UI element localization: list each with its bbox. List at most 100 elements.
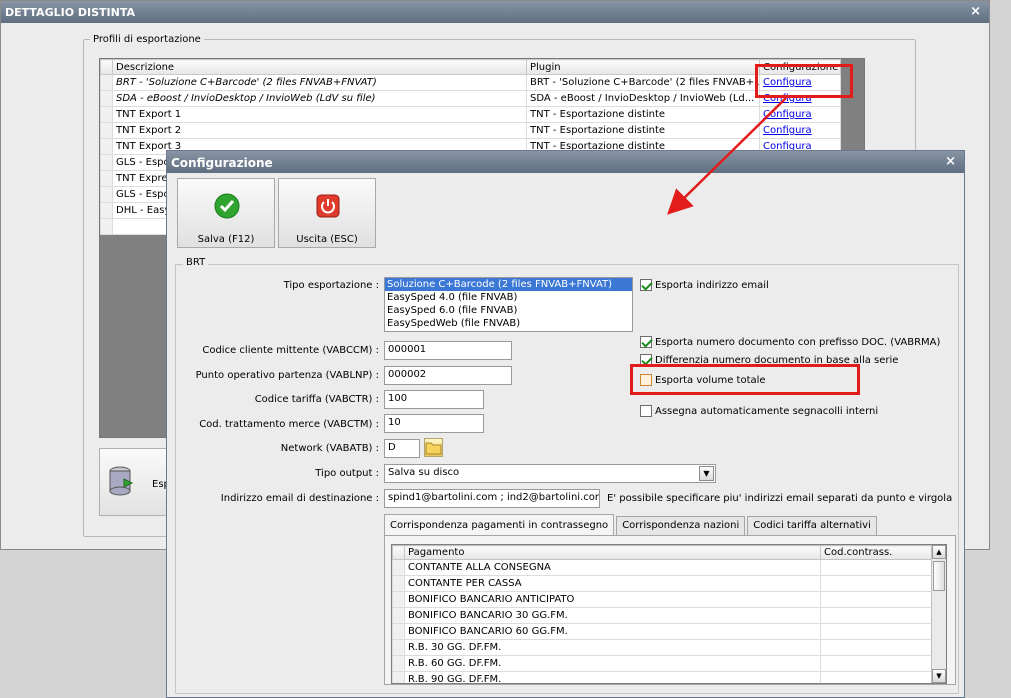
codice-cliente-field[interactable]: 000001 xyxy=(384,341,512,360)
configura-link[interactable]: Configura xyxy=(763,109,812,120)
table-row[interactable]: TNT Export 1 TNT - Esportazione distinte C… xyxy=(100,106,841,123)
tipo-option[interactable]: EasySped 6.0 (file FNVAB) xyxy=(385,304,632,317)
scroll-up-icon[interactable]: ▲ xyxy=(932,545,946,559)
trattamento-merce-field[interactable]: 10 xyxy=(384,414,484,433)
scroll-down-icon[interactable]: ▼ xyxy=(932,669,946,683)
tipo-option[interactable]: Soluzione C+Barcode (2 files FNVAB+FNVAT… xyxy=(385,278,632,291)
cell-descrizione: TNT Export 2 xyxy=(112,122,527,139)
tipo-esportazione-label: Tipo esportazione : xyxy=(283,280,379,291)
config-tabs: Corrispondenza pagamenti in contrassegno… xyxy=(384,514,879,536)
row-selector[interactable] xyxy=(100,138,113,155)
pagamenti-header-row: Pagamento Cod.contrass. xyxy=(392,545,933,560)
table-row[interactable]: TNT Export 2 TNT - Esportazione distinte C… xyxy=(100,122,841,139)
chevron-down-icon[interactable]: ▼ xyxy=(699,466,714,481)
row-selector[interactable] xyxy=(392,591,405,608)
cell-descrizione: SDA - eBoost / InvioDesktop / InvioWeb (… xyxy=(112,90,527,107)
cell-cod-contrass[interactable] xyxy=(820,575,933,592)
cell-plugin: TNT - Esportazione distinte xyxy=(526,122,760,139)
table-row[interactable]: BONIFICO BANCARIO ANTICIPATO xyxy=(392,591,933,608)
cell-plugin: SDA - eBoost / InvioDesktop / InvioWeb (… xyxy=(526,90,760,107)
configura-link[interactable]: Configura xyxy=(763,125,812,136)
row-selector xyxy=(100,218,113,235)
tipo-option[interactable]: EasySpedWeb (file FNVAB) xyxy=(385,317,632,330)
row-selector[interactable] xyxy=(392,671,405,683)
header-pagamento[interactable]: Pagamento xyxy=(404,545,821,560)
table-row[interactable]: BONIFICO BANCARIO 30 GG.FM. xyxy=(392,607,933,624)
esporta-numero-checkbox[interactable]: Esporta numero documento con prefisso DO… xyxy=(640,336,940,348)
email-destinazione-field[interactable]: spind1@bartolini.com ; ind2@bartolini.co… xyxy=(384,489,600,508)
vertical-scrollbar[interactable]: ▲ ▼ xyxy=(931,545,946,683)
close-icon[interactable]: × xyxy=(970,4,981,19)
tipo-output-label: Tipo output : xyxy=(315,468,379,479)
tipo-esportazione-list[interactable]: Soluzione C+Barcode (2 files FNVAB+FNVAT… xyxy=(384,277,633,332)
configurazione-dialog: Configurazione × Salva (F12) Uscita (ESC… xyxy=(166,150,965,698)
tab-pagamenti[interactable]: Corrispondenza pagamenti in contrassegno xyxy=(384,514,615,535)
cell-cod-contrass[interactable] xyxy=(820,559,933,576)
checkbox-box[interactable] xyxy=(640,405,652,417)
exit-button[interactable]: Uscita (ESC) xyxy=(278,178,376,248)
row-selector[interactable] xyxy=(100,186,113,203)
power-icon xyxy=(316,194,340,218)
save-button[interactable]: Salva (F12) xyxy=(177,178,275,248)
cell-cod-contrass[interactable] xyxy=(820,671,933,683)
table-row[interactable]: CONTANTE ALLA CONSEGNA xyxy=(392,559,933,576)
row-selector[interactable] xyxy=(100,202,113,219)
row-selector[interactable] xyxy=(392,655,405,672)
pagamenti-table: Pagamento Cod.contrass. CONTANTE ALLA CO… xyxy=(392,545,933,683)
table-row[interactable]: BRT - 'Soluzione C+Barcode' (2 files FNV… xyxy=(100,74,841,91)
tab-nazioni[interactable]: Corrispondenza nazioni xyxy=(616,516,746,535)
checkbox-box[interactable] xyxy=(640,336,652,348)
punto-operativo-field[interactable]: 000002 xyxy=(384,366,512,385)
table-row[interactable]: R.B. 90 GG. DF.FM. xyxy=(392,671,933,683)
cell-pagamento: R.B. 30 GG. DF.FM. xyxy=(404,639,821,656)
cell-pagamento: BONIFICO BANCARIO 60 GG.FM. xyxy=(404,623,821,640)
scroll-thumb[interactable] xyxy=(933,561,945,591)
cell-cod-contrass[interactable] xyxy=(820,591,933,608)
esporta-email-label: Esporta indirizzo email xyxy=(655,279,769,291)
segnacolli-label: Assegna automaticamente segnacolli inter… xyxy=(655,405,879,417)
highlight-volume-box xyxy=(630,364,860,395)
close-icon[interactable]: × xyxy=(945,154,956,169)
cell-cod-contrass[interactable] xyxy=(820,607,933,624)
table-row[interactable]: SDA - eBoost / InvioDesktop / InvioWeb (… xyxy=(100,90,841,107)
esporta-numero-label: Esporta numero documento con prefisso DO… xyxy=(655,336,941,348)
row-selector[interactable] xyxy=(392,623,405,640)
row-selector[interactable] xyxy=(100,170,113,187)
check-icon xyxy=(214,193,240,219)
table-row[interactable]: R.B. 60 GG. DF.FM. xyxy=(392,655,933,672)
row-selector[interactable] xyxy=(392,639,405,656)
table-row[interactable]: BONIFICO BANCARIO 60 GG.FM. xyxy=(392,623,933,640)
esporta-email-checkbox[interactable]: Esporta indirizzo email xyxy=(640,279,769,291)
tipo-output-select[interactable]: Salva su disco ▼ xyxy=(384,464,716,483)
table-row[interactable]: R.B. 30 GG. DF.FM. xyxy=(392,639,933,656)
profili-group-label: Profili di esportazione xyxy=(90,34,204,45)
row-selector[interactable] xyxy=(100,106,113,123)
row-selector[interactable] xyxy=(392,559,405,576)
codice-tariffa-field[interactable]: 100 xyxy=(384,390,484,409)
pagamenti-grid[interactable]: Pagamento Cod.contrass. CONTANTE ALLA CO… xyxy=(391,544,947,684)
row-selector[interactable] xyxy=(100,154,113,171)
checkbox-box[interactable] xyxy=(640,279,652,291)
row-selector[interactable] xyxy=(392,575,405,592)
row-selector[interactable] xyxy=(100,74,113,91)
cell-cod-contrass[interactable] xyxy=(820,639,933,656)
row-selector[interactable] xyxy=(100,90,113,107)
cell-cod-contrass[interactable] xyxy=(820,623,933,640)
folder-browse-button[interactable] xyxy=(424,438,443,457)
tab-codici-tariffa[interactable]: Codici tariffa alternativi xyxy=(747,516,877,535)
network-field[interactable]: D xyxy=(384,439,420,458)
header-descrizione[interactable]: Descrizione xyxy=(112,59,527,75)
tipo-option[interactable]: EasySped 4.0 (file FNVAB) xyxy=(385,291,632,304)
header-cod-contrass[interactable]: Cod.contrass. xyxy=(820,545,933,560)
trattamento-merce-label: Cod. trattamento merce (VABCTM) : xyxy=(199,419,379,430)
cell-cod-contrass[interactable] xyxy=(820,655,933,672)
segnacolli-checkbox[interactable]: Assegna automaticamente segnacolli inter… xyxy=(640,405,878,417)
header-plugin[interactable]: Plugin xyxy=(526,59,760,75)
row-selector[interactable] xyxy=(392,607,405,624)
cell-configura: Configura xyxy=(759,106,841,123)
tipo-output-value: Salva su disco xyxy=(388,467,460,478)
row-selector[interactable] xyxy=(100,122,113,139)
table-row[interactable]: CONTANTE PER CASSA xyxy=(392,575,933,592)
email-hint: E' possibile specificare piu' indirizzi … xyxy=(607,493,953,504)
cell-configura: Configura xyxy=(759,122,841,139)
